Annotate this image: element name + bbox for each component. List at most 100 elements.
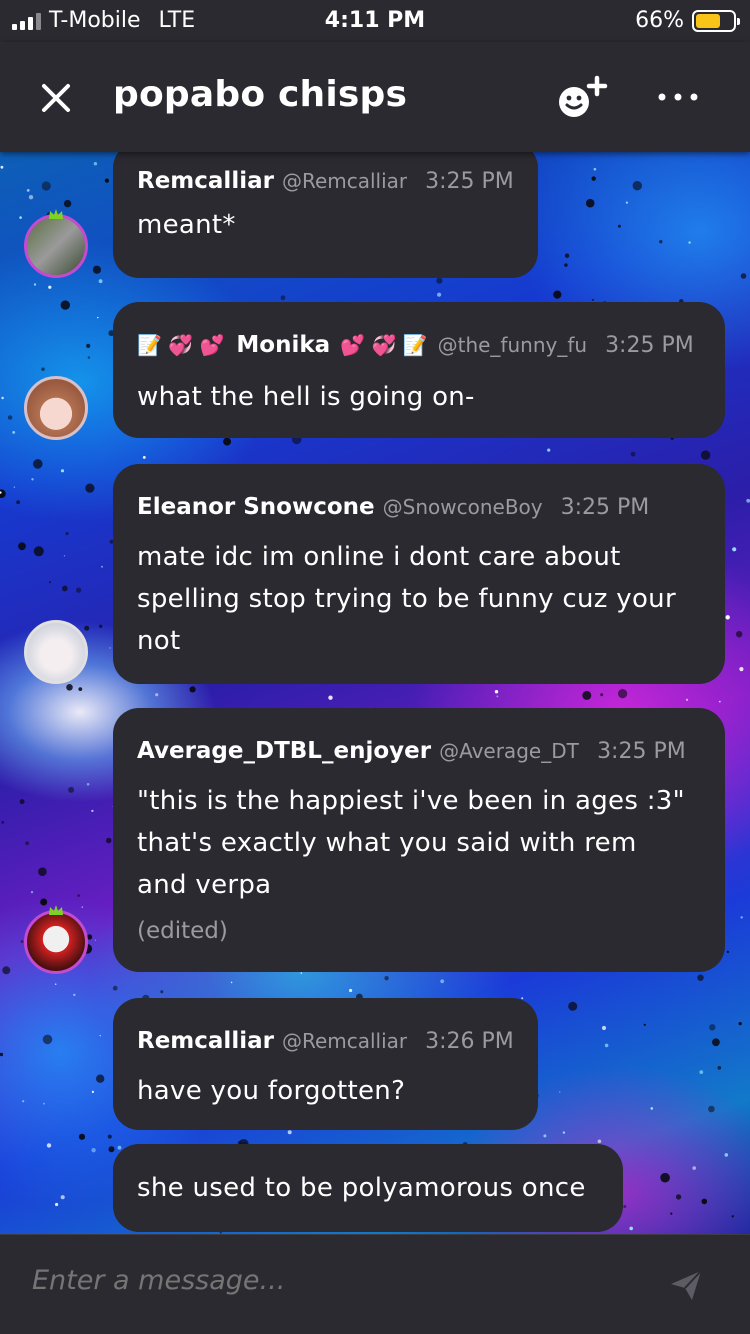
paint-splatter bbox=[160, 990, 164, 994]
paint-splatter bbox=[731, 1215, 734, 1218]
star bbox=[30, 891, 34, 894]
star bbox=[746, 498, 750, 503]
add-friend-icon[interactable] bbox=[556, 74, 612, 122]
star bbox=[547, 448, 551, 452]
paint-splatter bbox=[553, 290, 562, 299]
paint-splatter bbox=[709, 1024, 716, 1031]
more-options-icon[interactable] bbox=[656, 82, 700, 112]
star bbox=[496, 695, 499, 698]
chat-header: popabo chisps bbox=[0, 42, 750, 152]
message-text: that's exactly what you said with rem bbox=[137, 828, 637, 858]
author-handle: @Remcalliar bbox=[281, 169, 408, 193]
paint-splatter bbox=[42, 1034, 53, 1045]
paint-splatter bbox=[675, 1194, 682, 1200]
paint-splatter bbox=[582, 690, 592, 700]
paint-splatter bbox=[49, 581, 51, 584]
paint-splatter bbox=[564, 253, 570, 258]
paint-splatter bbox=[717, 1066, 722, 1070]
paint-splatter bbox=[108, 1146, 115, 1153]
avatar[interactable] bbox=[24, 214, 88, 278]
star bbox=[13, 486, 16, 488]
timestamp: 3:25 PM bbox=[425, 169, 514, 194]
message-bubble[interactable]: Remcalliar @Remcalliar 3:25 PM meant* bbox=[113, 152, 538, 278]
paint-splatter bbox=[25, 841, 29, 846]
message-bubble[interactable]: Average_DTBL_enjoyer @Average_DTE 3:25 P… bbox=[113, 708, 725, 972]
message-list[interactable]: Remcalliar @Remcalliar 3:25 PM meant* 📝 … bbox=[0, 152, 750, 1234]
star bbox=[1, 396, 4, 400]
timestamp: 3:25 PM bbox=[597, 739, 686, 764]
paint-splatter bbox=[697, 974, 704, 981]
star bbox=[688, 241, 691, 244]
author-name[interactable]: Remcalliar bbox=[137, 168, 274, 194]
paint-splatter bbox=[660, 1172, 670, 1183]
paint-splatter bbox=[63, 199, 72, 208]
avatar[interactable] bbox=[24, 376, 88, 440]
paint-splatter bbox=[623, 1205, 627, 1208]
message-text: and verpa bbox=[137, 870, 272, 900]
paint-splatter bbox=[60, 300, 70, 310]
paint-splatter bbox=[84, 625, 90, 631]
paint-splatter bbox=[738, 1022, 742, 1026]
paint-splatter bbox=[568, 1001, 578, 1011]
star bbox=[60, 469, 65, 473]
paint-splatter bbox=[564, 263, 568, 267]
message-bubble[interactable]: 📝 💞 💕 Monika 💕 💞 📝 @the_funny_fu 3:25 PM… bbox=[113, 302, 725, 438]
message-bubble[interactable]: Remcalliar @Remcalliar 3:26 PM have you … bbox=[113, 998, 538, 1130]
paint-splatter bbox=[96, 1074, 105, 1083]
close-icon[interactable] bbox=[36, 78, 76, 118]
avatar[interactable] bbox=[24, 910, 88, 974]
paint-splatter bbox=[632, 181, 642, 191]
star bbox=[597, 1139, 602, 1144]
paint-splatter bbox=[16, 500, 20, 505]
paint-splatter bbox=[61, 585, 68, 592]
message-text: what the hell is going on- bbox=[137, 382, 475, 412]
paint-splatter bbox=[7, 415, 13, 420]
author-name[interactable]: Eleanor Snowcone bbox=[137, 494, 375, 520]
message-text: have you forgotten? bbox=[137, 1076, 406, 1106]
message-text: not bbox=[137, 626, 181, 656]
paint-splatter bbox=[87, 356, 91, 359]
paint-splatter bbox=[726, 950, 730, 954]
paint-splatter bbox=[85, 483, 95, 493]
paint-splatter bbox=[33, 459, 43, 469]
chat-title: popabo chisps bbox=[113, 74, 408, 115]
star bbox=[718, 700, 721, 703]
message-bubble[interactable]: Eleanor Snowcone @SnowconeBoy 3:25 PM ma… bbox=[113, 464, 725, 684]
star bbox=[26, 189, 30, 192]
paint-splatter bbox=[112, 985, 118, 991]
paint-splatter bbox=[77, 894, 80, 897]
timestamp: 3:26 PM bbox=[425, 1029, 514, 1054]
star bbox=[31, 478, 34, 481]
paint-splatter bbox=[78, 1133, 86, 1140]
author-handle: @Average_DTE bbox=[439, 739, 580, 763]
crown-icon bbox=[49, 905, 63, 915]
star bbox=[724, 1153, 729, 1157]
star bbox=[33, 283, 37, 286]
author-name[interactable]: Monika bbox=[236, 332, 330, 358]
message-text: mate idc im online i dont care about bbox=[137, 542, 621, 572]
battery-icon bbox=[692, 9, 740, 32]
paint-splatter bbox=[700, 450, 711, 460]
paint-splatter bbox=[86, 343, 91, 348]
author-name[interactable]: Average_DTBL_enjoyer bbox=[137, 738, 431, 764]
star bbox=[101, 565, 103, 568]
star bbox=[155, 693, 159, 697]
star bbox=[142, 456, 146, 459]
paint-splatter bbox=[76, 587, 82, 593]
avatar[interactable] bbox=[24, 620, 88, 684]
send-icon[interactable] bbox=[668, 1267, 704, 1303]
paint-splatter bbox=[65, 532, 69, 536]
author-name[interactable]: Remcalliar bbox=[137, 1028, 274, 1054]
edited-label: (edited) bbox=[137, 918, 228, 944]
paint-splatter bbox=[436, 277, 443, 284]
message-bubble[interactable]: she used to be polyamorous once bbox=[113, 1144, 623, 1232]
crown-icon bbox=[49, 209, 63, 219]
paint-splatter bbox=[617, 224, 621, 228]
star bbox=[98, 279, 103, 284]
star bbox=[725, 615, 730, 620]
paint-splatter bbox=[19, 799, 25, 805]
star bbox=[60, 1195, 65, 1200]
message-input[interactable] bbox=[32, 1265, 592, 1296]
star bbox=[593, 167, 597, 171]
star bbox=[699, 1070, 704, 1074]
